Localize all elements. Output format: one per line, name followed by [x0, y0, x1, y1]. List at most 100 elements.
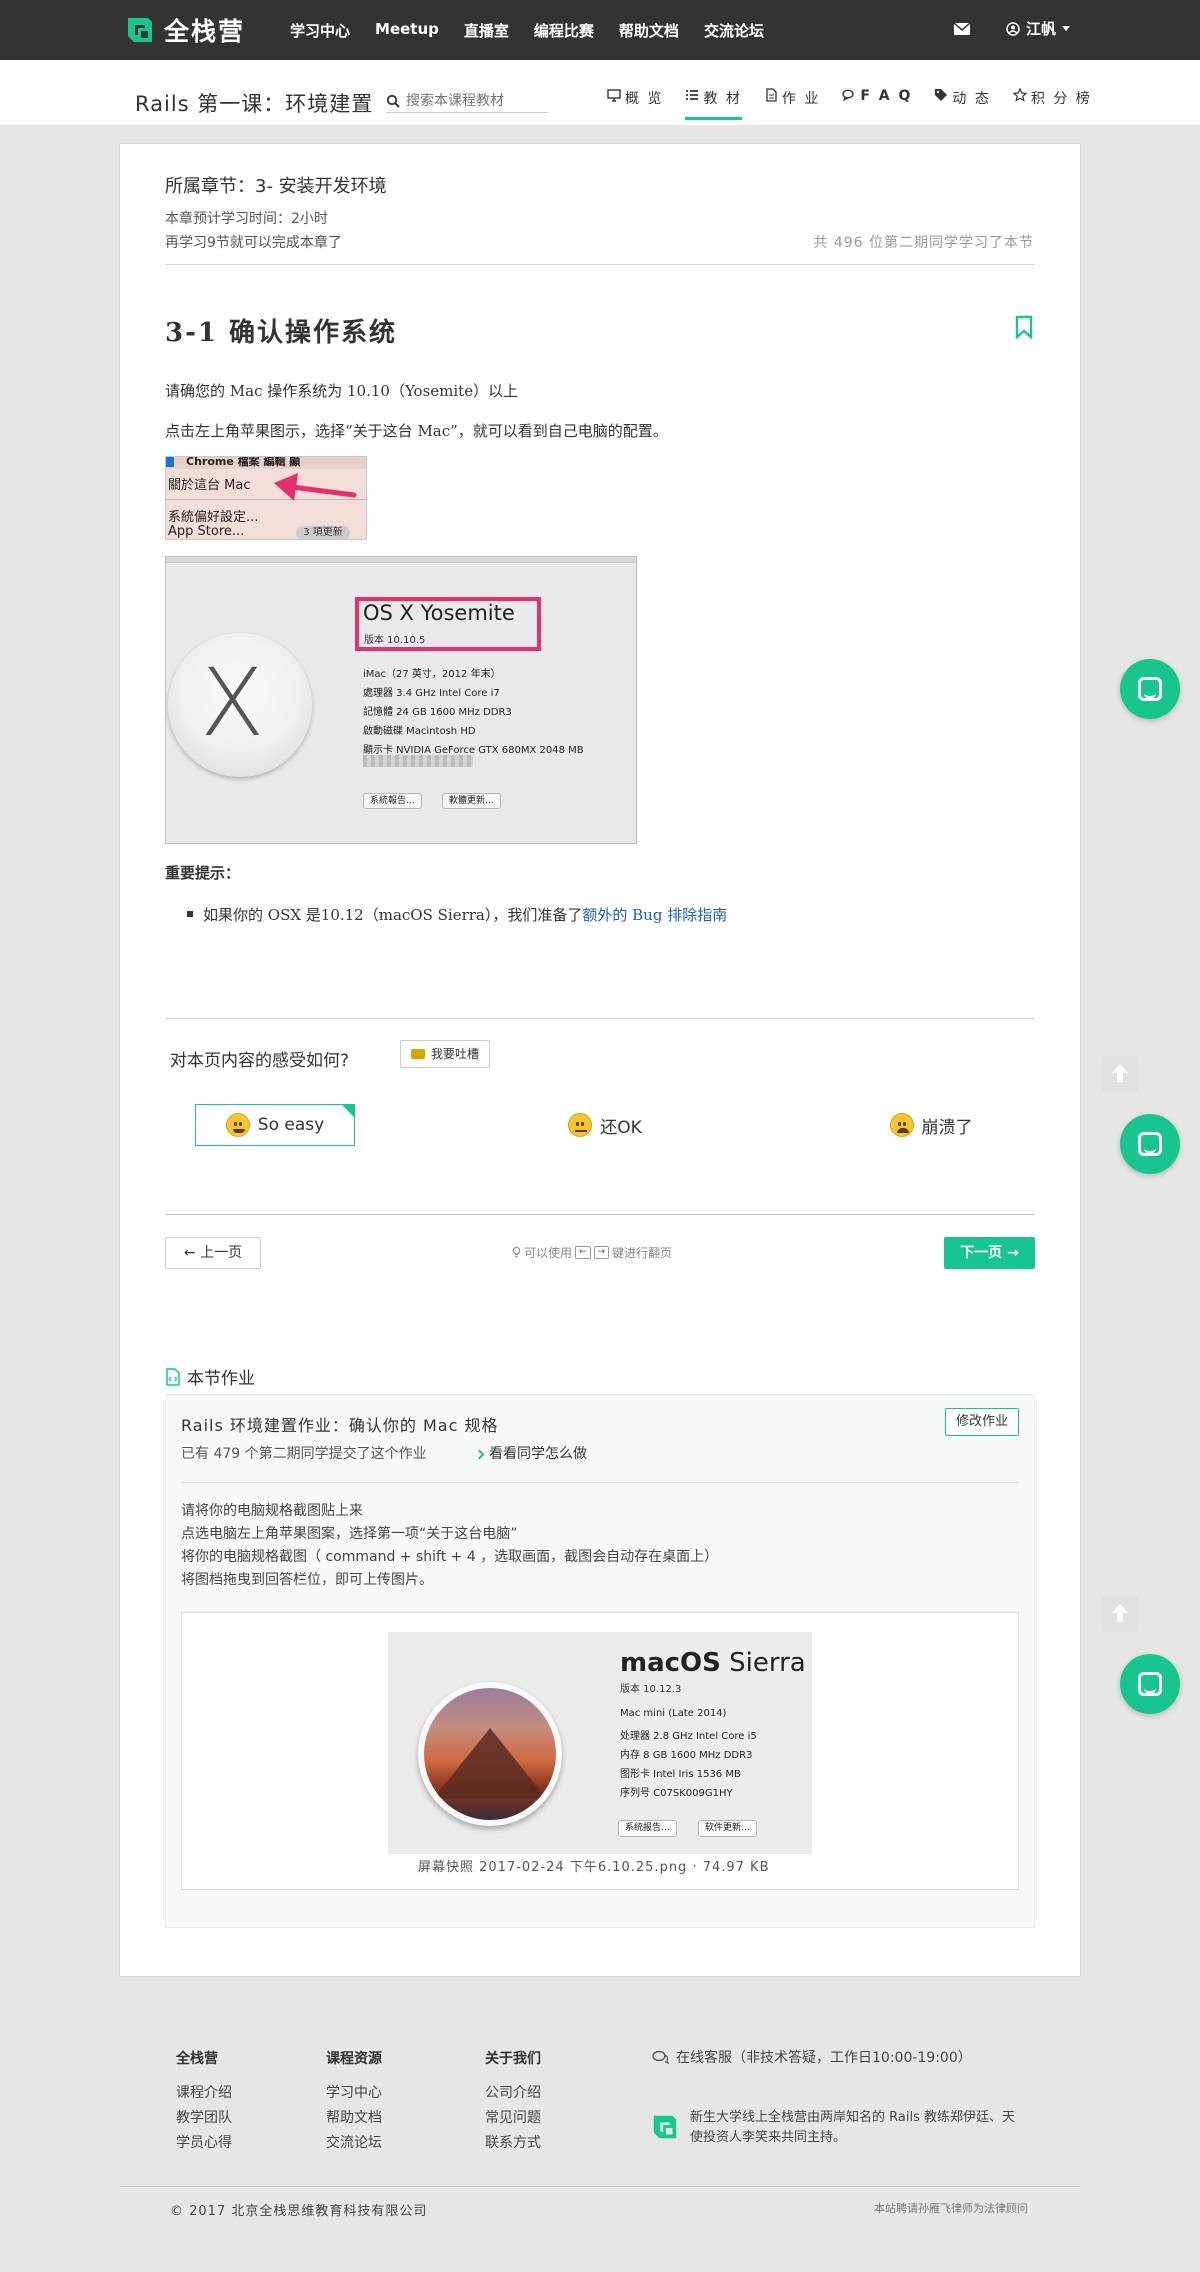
spec-disk: 啟動磁碟 Macintosh HD [363, 726, 476, 737]
bookmark-icon[interactable] [1015, 315, 1033, 339]
homework-instruction-3: 将你的电脑规格截图（ command + shift + 4 ，选取画面，截图会… [181, 1549, 719, 1565]
spec-graphics: 顯示卡 NVIDIA GeForce GTX 680MX 2048 MB [363, 745, 584, 756]
footer-link[interactable]: 学习中心 [326, 2082, 382, 2102]
homework-section-heading: 本节作业 [165, 1364, 255, 1389]
tab-activity[interactable]: 动 态 [934, 88, 990, 120]
image-caption: 屏幕快照 2017-02-24 下午6.10.25.png · 74.97 KB [418, 1860, 770, 1875]
footer-link[interactable]: 交流论坛 [326, 2132, 382, 2152]
star-icon [1012, 88, 1027, 102]
file-code-icon [166, 1367, 180, 1386]
bug-guide-link[interactable]: 额外的 Bug 排除指南 [582, 906, 727, 924]
nav-link-contest[interactable]: 编程比赛 [534, 20, 594, 41]
tab-materials[interactable]: 教 材 [685, 88, 742, 120]
brand-logo-icon [128, 18, 152, 42]
reaction-so-easy[interactable]: So easy [195, 1104, 355, 1146]
peer-count: 共 496 位第二期同学学习了本节 [813, 235, 1034, 251]
mountain-icon [424, 1688, 556, 1820]
reaction-ok[interactable]: 还OK [550, 1104, 660, 1146]
next-page-label: 下一页 [960, 1245, 1003, 1261]
hint-suffix: 键进行翻页 [612, 1246, 673, 1260]
window-titlebar [166, 557, 636, 563]
tab-leaderboard[interactable]: 积 分 榜 [1012, 88, 1092, 120]
lightbulb-icon [512, 1246, 521, 1258]
search-input[interactable] [406, 92, 546, 109]
course-subnav: Rails 第一课：环境建置 概 览 教 材 作 业 F A Q 动 态 [0, 60, 1200, 126]
sierra-software-update-button: 软件更新... [698, 1820, 757, 1837]
menubar-text: Chrome 檔案 編輯 顯 [166, 457, 366, 469]
system-report-button: 系統報告... [363, 793, 422, 809]
top-navbar: 全栈营 学习中心 Meetup 直播室 编程比赛 帮助文档 交流论坛 江帆 [0, 0, 1200, 60]
divider [165, 1018, 1035, 1019]
sierra-screenshot[interactable]: macOS Sierra 版本 10.12.3 Mac mini (Late 2… [388, 1632, 812, 1854]
remaining-lessons: 再学习9节就可以完成本章了 [165, 235, 342, 251]
right-key-icon: → [593, 1246, 610, 1259]
footer-col-brand: 全栈营 课程介绍 教学团队 学员心得 [176, 2048, 232, 2157]
view-classmates-link[interactable]: 看看同学怎么做 [474, 1443, 587, 1463]
footer-link[interactable]: 学员心得 [176, 2132, 232, 2152]
crying-emoji-icon [889, 1113, 914, 1137]
back-to-top-button[interactable] [1102, 1056, 1138, 1092]
reaction-label: 崩溃了 [921, 1117, 973, 1138]
sierra-version: 版本 10.12.3 [620, 1684, 682, 1695]
legal-advisor: 本站聘请孙雁飞律师为法律顾问 [874, 2202, 1028, 2215]
course-tabs: 概 览 教 材 作 业 F A Q 动 态 积 分 榜 [607, 88, 1114, 120]
prev-page-button[interactable]: ← 上一页 [165, 1237, 261, 1269]
complain-button[interactable]: 我要吐槽 [400, 1040, 490, 1068]
apple-menu-screenshot: Chrome 檔案 編輯 顯 關於這台 Mac 系統偏好設定... App St… [165, 456, 367, 540]
important-tip-heading: 重要提示： [165, 864, 241, 882]
homework-title: Rails 环境建置作业：确认你的 Mac 规格 [181, 1416, 499, 1435]
brand-logo[interactable]: 全栈营 [124, 13, 245, 47]
back-to-top-button[interactable] [1102, 1596, 1138, 1632]
main-nav: 学习中心 Meetup 直播室 编程比赛 帮助文档 交流论坛 [290, 20, 789, 41]
nav-link-learning-center[interactable]: 学习中心 [290, 20, 350, 41]
menu-item-app-store: App Store... [168, 524, 245, 539]
footer-link[interactable]: 教学团队 [176, 2107, 232, 2127]
footer-link[interactable]: 联系方式 [485, 2132, 541, 2152]
footer-slogan: 新生大学线上全栈营由两岸知名的 Rails 教练郑伊廷、天使投资人李笑来共同主持… [690, 2110, 1015, 2145]
nav-link-forum[interactable]: 交流论坛 [704, 20, 764, 41]
nav-link-live-room[interactable]: 直播室 [464, 20, 509, 41]
lesson-title: 3-1 确认操作系统 [165, 318, 398, 348]
user-menu[interactable]: 江帆 [1006, 18, 1070, 39]
chat-float-button[interactable] [1120, 1654, 1180, 1714]
os-version: 版本 10.10.5 [364, 635, 426, 646]
reaction-crash[interactable]: 崩溃了 [876, 1104, 986, 1146]
chat-float-button[interactable] [1120, 659, 1180, 719]
neutral-emoji-icon [568, 1113, 593, 1137]
homework-submitted-count: 已有 479 个第二期同学提交了这个作业 [181, 1446, 427, 1462]
divider [165, 1214, 1035, 1215]
nav-link-help-docs[interactable]: 帮助文档 [619, 20, 679, 41]
edit-homework-button[interactable]: 修改作业 [945, 1408, 1019, 1436]
chapter-label: 所属章节：3- 安装开发环境 [165, 176, 387, 197]
footer-col-title: 全栈营 [176, 2051, 218, 2067]
online-service-label: 在线客服（非技术答疑，工作日10:00-19:00） [676, 2050, 972, 2066]
comments-icon [652, 2050, 670, 2064]
footer-col-title: 关于我们 [485, 2051, 541, 2067]
menu-item-preferences: 系統偏好設定... [168, 510, 259, 525]
sierra-spec-memory: 内存 8 GB 1600 MHz DDR3 [620, 1750, 753, 1761]
reaction-label: So easy [257, 1115, 325, 1135]
envelope-icon[interactable] [953, 22, 970, 35]
nav-link-meetup[interactable]: Meetup [375, 20, 439, 41]
tab-activity-label: 动 态 [952, 91, 991, 107]
homework-instruction-1: 请将你的电脑规格截图贴上来 [181, 1503, 363, 1519]
footer-link[interactable]: 公司介绍 [485, 2082, 541, 2102]
tab-faq[interactable]: F A Q [842, 88, 912, 120]
nav-right: 江帆 [953, 18, 1070, 39]
software-update-button: 軟體更新... [442, 793, 501, 809]
next-page-button[interactable]: 下一页 → [944, 1237, 1035, 1269]
sierra-system-report-button: 系统报告... [618, 1820, 677, 1837]
update-badge: 3 項更新 [296, 526, 350, 539]
footer-link[interactable]: 帮助文档 [326, 2107, 382, 2127]
tab-overview[interactable]: 概 览 [607, 88, 663, 120]
tab-homework[interactable]: 作 业 [764, 88, 820, 120]
footer-link[interactable]: 课程介绍 [176, 2082, 232, 2102]
user-name: 江帆 [1025, 20, 1056, 38]
yosemite-logo: X [168, 633, 312, 777]
homework-instruction-2: 点选电脑左上角苹果图案，选择第一项“关于这台电脑” [181, 1526, 518, 1542]
chat-bubble-icon [1138, 1672, 1162, 1696]
footer-link[interactable]: 常见问题 [485, 2107, 541, 2127]
online-service[interactable]: 在线客服（非技术答疑，工作日10:00-19:00） [652, 2047, 972, 2067]
chat-float-button[interactable] [1120, 1114, 1180, 1174]
arrow-left-icon: ← [183, 1245, 196, 1261]
